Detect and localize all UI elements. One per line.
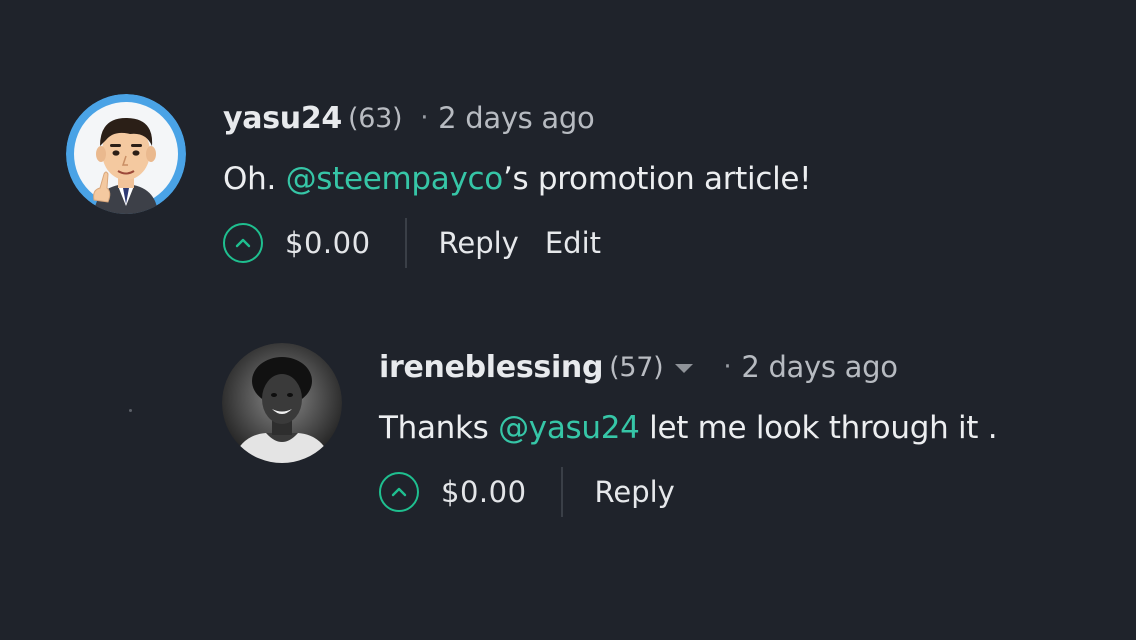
author-name[interactable]: yasu24 [223, 101, 342, 136]
author-reputation: (57) [609, 351, 664, 383]
comment-header: ireneblessing (57) · 2 days ago [379, 343, 997, 391]
comment-footer: $0.00 Reply [379, 467, 997, 517]
comment-text-start: Thanks [379, 410, 499, 446]
comment-text-start: Oh. [223, 161, 286, 197]
author-name[interactable]: ireneblessing [379, 350, 603, 385]
comment-text-end: let me look through it . [639, 410, 998, 446]
comment-thread: yasu24 (63) · 2 days ago Oh. @steempayco… [0, 0, 1136, 640]
avatar[interactable] [66, 94, 186, 214]
chevron-down-icon[interactable] [675, 363, 694, 373]
divider [560, 467, 563, 517]
woman-photo-avatar-icon [222, 343, 342, 463]
edit-button[interactable]: Edit [545, 226, 601, 260]
upvote-button[interactable] [223, 223, 263, 263]
payout-value[interactable]: $0.00 [285, 226, 371, 260]
payout-value[interactable]: $0.00 [441, 475, 527, 509]
mention-link[interactable]: @steempayco [286, 161, 504, 197]
reply-button[interactable]: Reply [595, 475, 675, 509]
cartoon-man-avatar-icon [66, 94, 186, 214]
reply-button[interactable]: Reply [439, 226, 519, 260]
timestamp[interactable]: 2 days ago [741, 350, 898, 384]
comment-text: Thanks @yasu24 let me look through it . [379, 407, 998, 449]
separator-dot: · [420, 103, 429, 133]
comment-text: Oh. @steempayco’s promotion article! [223, 158, 812, 200]
upvote-button[interactable] [379, 472, 419, 512]
divider [404, 218, 407, 268]
decorative-dot [129, 409, 132, 412]
chevron-up-icon [391, 487, 407, 497]
comment-text-end: ’s promotion article! [502, 161, 812, 197]
comment-body: ireneblessing (57) · 2 days ago Thanks @… [379, 343, 998, 517]
chevron-up-icon [235, 238, 251, 248]
author-reputation: (63) [347, 102, 403, 134]
separator-dot: · [723, 352, 732, 382]
comment-header: yasu24 (63) · 2 days ago [223, 94, 811, 142]
comment-body: yasu24 (63) · 2 days ago Oh. @steempayco… [223, 94, 812, 268]
timestamp[interactable]: 2 days ago [438, 101, 595, 135]
mention-link[interactable]: @yasu24 [498, 410, 640, 446]
comment-footer: $0.00 Reply Edit [223, 218, 811, 268]
avatar[interactable] [222, 343, 342, 463]
